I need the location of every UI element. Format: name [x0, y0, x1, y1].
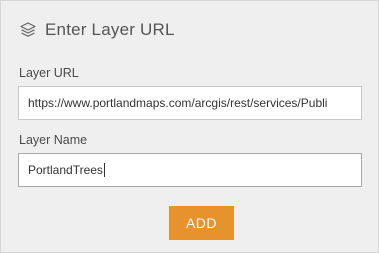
layer-url-label: Layer URL — [19, 66, 79, 80]
layers-icon — [19, 21, 37, 39]
text-cursor — [103, 163, 105, 177]
panel-title: Enter Layer URL — [45, 20, 175, 39]
layer-name-value: PortlandTrees — [28, 163, 103, 177]
enter-layer-url-panel: Enter Layer URL Layer URL https://www.po… — [0, 0, 379, 253]
layer-name-label: Layer Name — [19, 133, 88, 147]
layer-url-input[interactable]: https://www.portlandmaps.com/arcgis/rest… — [18, 86, 362, 120]
panel-header: Enter Layer URL — [19, 20, 175, 40]
add-button[interactable]: ADD — [169, 206, 234, 240]
layer-url-value: https://www.portlandmaps.com/arcgis/rest… — [28, 96, 328, 110]
layer-name-input[interactable]: PortlandTrees — [18, 153, 362, 187]
